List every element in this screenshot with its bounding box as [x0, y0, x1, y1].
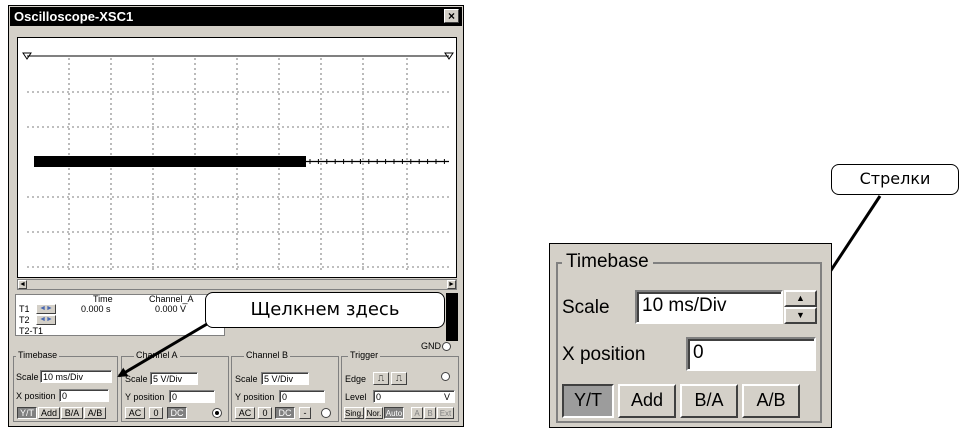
scale-up-arrow-button[interactable]: ▲	[784, 290, 817, 307]
zoomed-timebase-panel: Timebase Scale 10 ms/Div ▲ ▼ X position …	[549, 243, 832, 428]
zoom-xpos-field[interactable]: 0	[686, 337, 816, 371]
scale-down-arrow-button[interactable]: ▼	[784, 307, 817, 324]
zoom-mode-add-button[interactable]: Add	[618, 384, 676, 418]
zoom-xpos-label: X position	[562, 344, 646, 365]
zoom-scale-field[interactable]: 10 ms/Div	[635, 290, 783, 324]
zoom-mode-ba-button[interactable]: B/A	[680, 384, 738, 418]
zoom-scale-label: Scale	[562, 297, 610, 318]
zoom-mode-ab-button[interactable]: A/B	[742, 384, 800, 418]
zoom-mode-yt-button[interactable]: Y/T	[562, 384, 614, 418]
zoom-timebase-title: Timebase	[562, 251, 653, 273]
click-here-pointer	[117, 322, 208, 378]
